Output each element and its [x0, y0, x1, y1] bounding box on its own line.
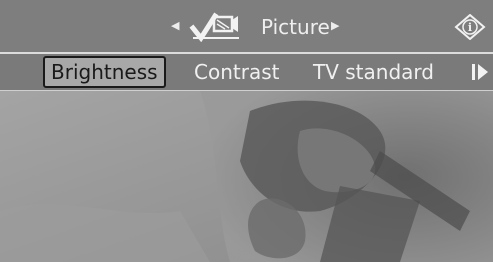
info-icon[interactable]: i: [453, 14, 487, 40]
tab-tv-standard[interactable]: TV standard: [313, 58, 434, 86]
background-picture: [0, 91, 493, 262]
settings-tab-bar: Brightness Contrast TV standard: [0, 54, 493, 90]
next-menu-arrow-icon[interactable]: ▶: [331, 20, 339, 31]
tab-bar-separator: [0, 90, 493, 91]
menu-title: Picture: [261, 15, 330, 39]
tab-contrast[interactable]: Contrast: [194, 58, 279, 86]
tab-scroll-right-icon[interactable]: [470, 60, 490, 84]
info-label: i: [468, 21, 472, 34]
previous-menu-arrow-icon[interactable]: ◀: [171, 20, 179, 31]
tab-brightness[interactable]: Brightness: [43, 56, 166, 88]
tv-menu-screen: ◀ Picture ▶ i Brightness Contrast TV sta…: [0, 0, 493, 262]
picture-settings-icon: [189, 12, 239, 42]
menu-title-bar: ◀ Picture ▶ i: [0, 0, 493, 52]
